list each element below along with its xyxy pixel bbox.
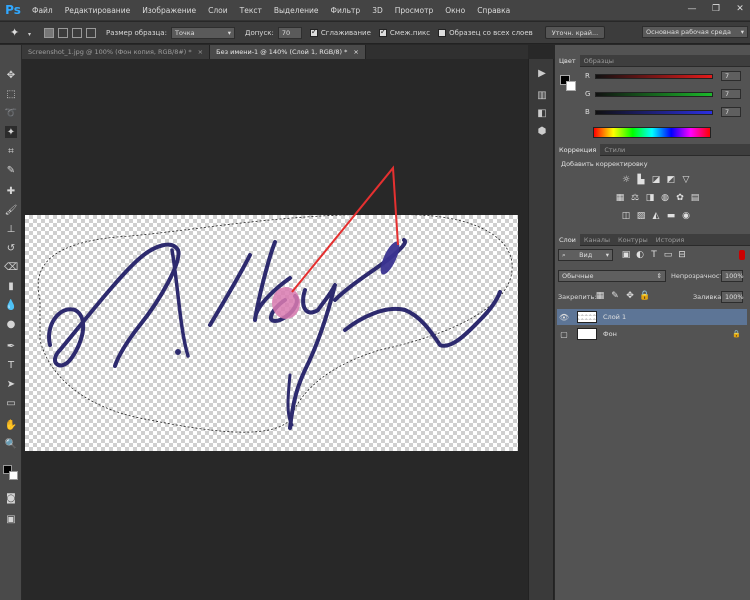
3d-cube-icon[interactable]: ⬢ — [536, 125, 548, 137]
type-filter-icon[interactable]: T — [649, 250, 659, 260]
color-panel-tabs: Цвет Образцы — [555, 55, 750, 67]
levels-icon[interactable]: ▙ — [636, 175, 646, 185]
gradient-map-icon[interactable]: ▬ — [666, 211, 676, 221]
chevron-down-icon: ▾ — [605, 251, 609, 259]
fill-label: Заливка: — [693, 293, 724, 301]
lock-icons: ▦ ✎ ✥ 🔒 — [595, 291, 651, 301]
tab-channels[interactable]: Каналы — [580, 234, 614, 246]
invert-icon[interactable]: ◫ — [621, 211, 631, 221]
eye-icon[interactable]: ▢ — [557, 330, 571, 339]
blue-label: B — [585, 108, 590, 116]
right-panels: Цвет Образцы R 7 G 7 B 7 Коррекция Стили… — [555, 45, 750, 600]
vibrance-icon[interactable]: ▽ — [681, 175, 691, 185]
lock-transparency-icon[interactable]: ▦ — [595, 291, 605, 301]
search-icon: ⌕ — [562, 250, 566, 259]
curves-icon[interactable]: ◪ — [651, 175, 661, 185]
selective-color-icon[interactable]: ◉ — [681, 211, 691, 221]
eye-icon[interactable]: 👁 — [557, 313, 571, 322]
channel-mixer-icon[interactable]: ✿ — [675, 193, 685, 203]
adjustment-icons-row-1: ☼ ▙ ◪ ◩ ▽ — [621, 175, 691, 185]
layer-row-background[interactable]: ▢ Фон 🔒 — [557, 326, 747, 342]
play-icon[interactable]: ▶ — [536, 67, 548, 79]
blue-value[interactable]: 7 — [721, 107, 741, 117]
layer-filter-value: Вид — [579, 251, 593, 259]
blue-slider[interactable] — [595, 109, 713, 115]
layer-row-layer1[interactable]: 👁 Слой 1 — [557, 309, 747, 325]
pixel-filter-icon[interactable]: ▣ — [621, 250, 631, 260]
tab-swatches[interactable]: Образцы — [580, 55, 618, 67]
red-slider[interactable] — [595, 73, 713, 79]
adjustment-filter-icon[interactable]: ◐ — [635, 250, 645, 260]
filter-toggle[interactable] — [739, 250, 745, 260]
smart-object-filter-icon[interactable]: ⊟ — [677, 250, 687, 260]
panel-dock-icons: ▶ ▥ ◧ ⬢ — [528, 59, 554, 600]
black-white-icon[interactable]: ◨ — [645, 193, 655, 203]
red-slider-row: R 7 — [585, 69, 741, 83]
green-value[interactable]: 7 — [721, 89, 741, 99]
layer-thumbnail — [577, 311, 597, 323]
tab-adjustments[interactable]: Коррекция — [555, 144, 601, 156]
shape-filter-icon[interactable]: ▭ — [663, 250, 673, 260]
lock-position-icon[interactable]: ✥ — [625, 291, 635, 301]
color-spectrum-bar[interactable] — [593, 127, 711, 138]
tab-layers[interactable]: Слои — [555, 234, 580, 246]
blue-slider-row: B 7 — [585, 105, 741, 119]
blend-mode-value: Обычные — [562, 272, 594, 280]
adjustments-panel-tabs: Коррекция Стили — [555, 144, 750, 156]
layer-thumbnail — [577, 328, 597, 340]
color-balance-icon[interactable]: ⚖ — [630, 193, 640, 203]
tab-paths[interactable]: Контуры — [614, 234, 652, 246]
histogram-icon[interactable]: ▥ — [536, 89, 548, 101]
signature-strokes — [47, 238, 502, 430]
tab-color[interactable]: Цвет — [555, 55, 580, 67]
adjustments-title: Добавить корректировку — [561, 160, 648, 168]
highlight-spot — [272, 287, 300, 319]
layer-name: Слой 1 — [603, 313, 627, 321]
red-value[interactable]: 7 — [721, 71, 741, 81]
layers-panel-tabs: Слои Каналы Контуры История — [555, 234, 750, 246]
brightness-icon[interactable]: ☼ — [621, 175, 631, 185]
opacity-input[interactable]: 100% — [721, 270, 744, 282]
threshold-icon[interactable]: ◭ — [651, 211, 661, 221]
lock-pixels-icon[interactable]: ✎ — [610, 291, 620, 301]
tab-styles[interactable]: Стили — [600, 144, 629, 156]
highlight-spot — [380, 241, 400, 275]
fill-input[interactable]: 100% — [721, 291, 744, 303]
layer-name: Фон — [603, 330, 617, 338]
adjustments-icon[interactable]: ◧ — [536, 107, 548, 119]
layer-filter-icons: ▣ ◐ T ▭ ⊟ — [621, 250, 687, 260]
lock-label: Закрепить: — [558, 293, 597, 301]
lock-all-icon[interactable]: 🔒 — [639, 291, 650, 301]
green-slider[interactable] — [595, 91, 713, 97]
layer-filter-select[interactable]: ⌕ Вид ▾ — [558, 249, 613, 261]
lock-icon: 🔒 — [732, 330, 741, 338]
green-slider-row: G 7 — [585, 87, 741, 101]
exposure-icon[interactable]: ◩ — [666, 175, 676, 185]
chevron-down-icon: ⇕ — [656, 272, 662, 280]
green-label: G — [585, 90, 591, 98]
background-color-swatch[interactable] — [566, 81, 576, 91]
adjustment-icons-row-3: ◫ ▨ ◭ ▬ ◉ — [621, 211, 691, 221]
blend-mode-select[interactable]: Обычные ⇕ — [558, 270, 666, 282]
red-label: R — [585, 72, 590, 80]
adjustment-icons-row-2: ▦ ⚖ ◨ ◍ ✿ ▤ — [615, 193, 700, 203]
posterize-icon[interactable]: ▨ — [636, 211, 646, 221]
hue-saturation-icon[interactable]: ▦ — [615, 193, 625, 203]
photo-filter-icon[interactable]: ◍ — [660, 193, 670, 203]
tab-history[interactable]: История — [652, 234, 688, 246]
color-lookup-icon[interactable]: ▤ — [690, 193, 700, 203]
